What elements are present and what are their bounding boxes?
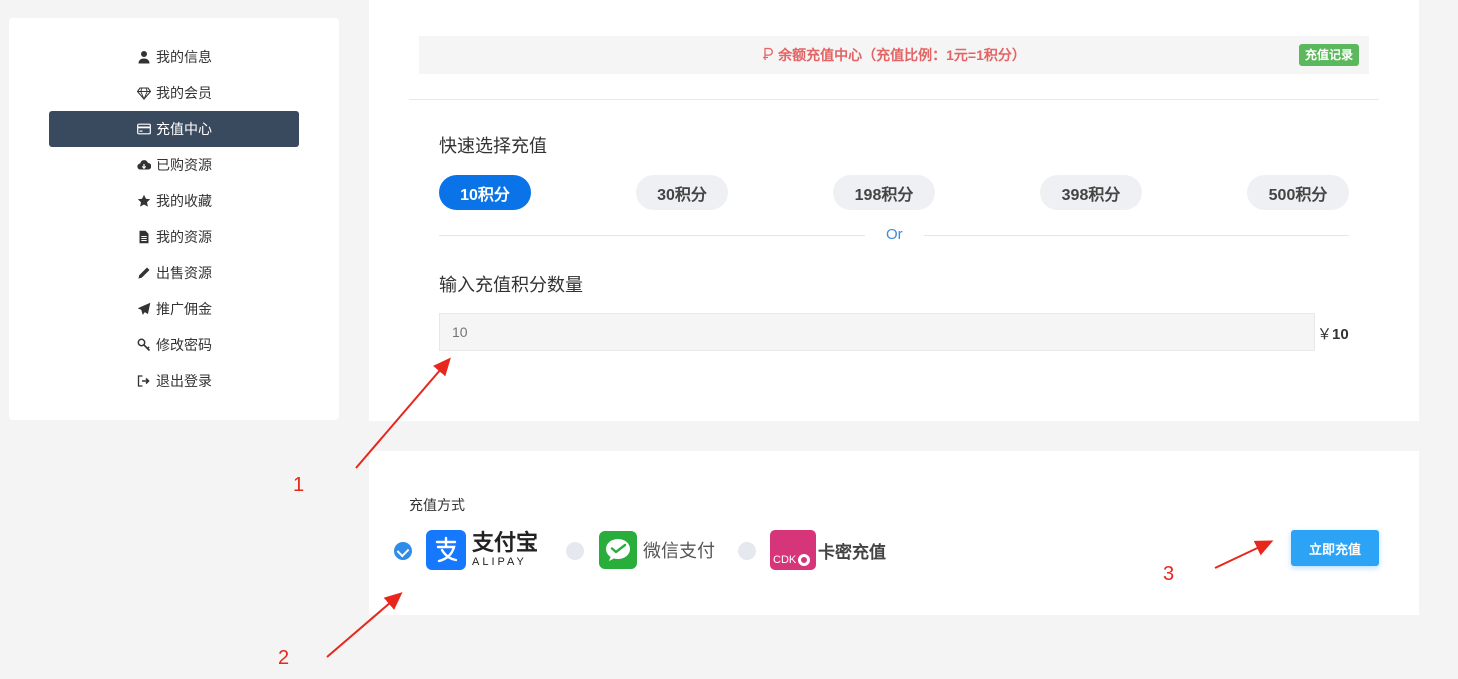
sidebar-item-label: 推广佣金 (156, 301, 212, 317)
sidebar-item-my-info[interactable]: 我的信息 (49, 39, 299, 75)
annotation-number-2: 2 (278, 647, 290, 669)
alipay-radio[interactable] (394, 542, 412, 560)
pencil-icon (136, 265, 152, 281)
alipay-label: 支付宝 (472, 530, 539, 555)
amount-option-198[interactable]: 198积分 (833, 175, 935, 210)
paper-plane-icon (136, 301, 152, 317)
annotation-number-1: 1 (293, 474, 305, 496)
sidebar-item-my-membership[interactable]: 我的会员 (49, 75, 299, 111)
annotation-number-3: 3 (1163, 563, 1175, 585)
cdk-logo-icon: CDK (770, 530, 816, 570)
sidebar-item-label: 已购资源 (156, 157, 212, 173)
payment-card: 充值方式 支付宝 ALIPAY 微信支付 CDK 卡密充值 立即充值 (369, 451, 1419, 615)
divider (409, 99, 1379, 100)
quick-select-title: 快速选择充值 (439, 136, 547, 156)
payment-method-title: 充值方式 (409, 497, 465, 513)
wechat-label: 微信支付 (643, 541, 715, 561)
sidebar-item-label: 我的信息 (156, 49, 212, 65)
alipay-en-label: ALIPAY (472, 556, 527, 568)
sidebar-item-label: 我的会员 (156, 85, 212, 101)
price-display: ￥10 (1317, 323, 1349, 344)
banner-text: 余额充值中心（充值比例：1元=1积分） (778, 47, 1026, 63)
sidebar-item-purchased[interactable]: 已购资源 (49, 147, 299, 183)
cloud-download-icon (136, 157, 152, 173)
sidebar-item-favorites[interactable]: 我的收藏 (49, 183, 299, 219)
cdk-label: 卡密充值 (818, 542, 886, 562)
custom-amount-title: 输入充值积分数量 (439, 275, 583, 295)
amount-option-398[interactable]: 398积分 (1040, 175, 1142, 210)
sidebar-item-label: 修改密码 (156, 337, 212, 353)
price-value: 10 (1332, 326, 1349, 343)
star-icon (136, 193, 152, 209)
key-icon (136, 337, 152, 353)
sidebar-item-label: 退出登录 (156, 373, 212, 389)
amount-option-10[interactable]: 10积分 (439, 175, 531, 210)
or-text: Or (886, 226, 903, 243)
recharge-record-button[interactable]: 充值记录 (1298, 44, 1359, 66)
sidebar-item-label: 出售资源 (156, 265, 212, 281)
sidebar-item-change-password[interactable]: 修改密码 (49, 327, 299, 363)
points-p-icon (762, 47, 774, 64)
currency-symbol: ￥ (1317, 326, 1333, 343)
user-icon (136, 49, 152, 65)
or-divider-right (924, 235, 1349, 236)
sidebar-item-label: 我的资源 (156, 229, 212, 245)
amount-option-500[interactable]: 500积分 (1247, 175, 1349, 210)
sidebar-item-commission[interactable]: 推广佣金 (49, 291, 299, 327)
sidebar-item-logout[interactable]: 退出登录 (49, 363, 299, 399)
account-sidebar: 我的信息 我的会员 充值中心 已购资源 我的收藏 我的资源 出售资源 推广佣金 … (9, 18, 339, 420)
sidebar-item-my-resources[interactable]: 我的资源 (49, 219, 299, 255)
diamond-icon (136, 85, 152, 101)
recharge-now-button[interactable]: 立即充值 (1291, 530, 1379, 566)
cdk-option[interactable]: CDK 卡密充值 (770, 529, 886, 571)
or-divider-left (439, 235, 865, 236)
recharge-card: 余额充值中心（充值比例：1元=1积分） 充值记录 快速选择充值 10积分 30积… (369, 0, 1419, 421)
wechat-option[interactable]: 微信支付 (599, 529, 715, 571)
wechat-radio[interactable] (566, 542, 584, 560)
sidebar-item-recharge-center[interactable]: 充值中心 (49, 111, 299, 147)
wechat-logo-icon (599, 531, 637, 569)
alipay-option[interactable]: 支付宝 ALIPAY (426, 529, 538, 571)
sign-out-icon (136, 373, 152, 389)
sidebar-item-sell-resources[interactable]: 出售资源 (49, 255, 299, 291)
recharge-banner: 余额充值中心（充值比例：1元=1积分） 充值记录 (419, 36, 1369, 74)
credit-card-icon (136, 121, 152, 137)
cdk-radio[interactable] (738, 542, 756, 560)
custom-amount-input[interactable] (439, 313, 1315, 351)
sidebar-item-label: 充值中心 (156, 121, 212, 137)
file-icon (136, 229, 152, 245)
sidebar-item-label: 我的收藏 (156, 193, 212, 209)
alipay-logo-icon (426, 530, 466, 570)
amount-option-30[interactable]: 30积分 (636, 175, 728, 210)
